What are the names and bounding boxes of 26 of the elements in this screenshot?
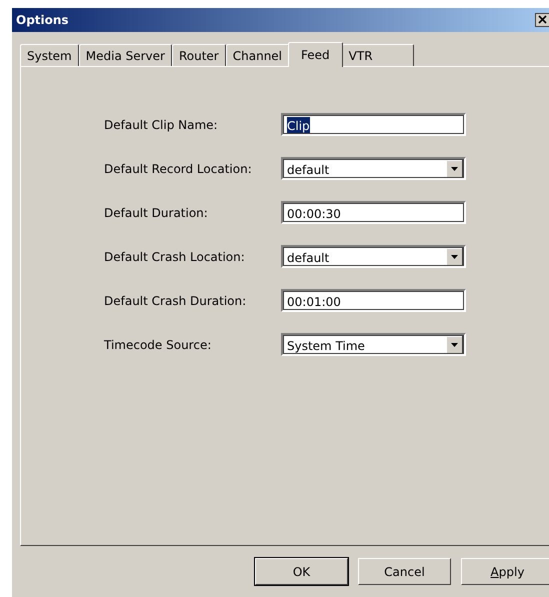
tab[interactable]: Channel	[226, 44, 290, 66]
close-icon[interactable]	[535, 13, 549, 27]
dropdown-arrow-icon[interactable]	[446, 248, 463, 266]
dropdown-arrow-icon[interactable]	[446, 160, 463, 178]
dropdown[interactable]: default	[281, 157, 466, 180]
tab[interactable]: Media Server	[78, 44, 172, 66]
window-title: Options	[16, 13, 69, 27]
field-label: Timecode Source:	[104, 338, 212, 352]
dropdown[interactable]: default	[281, 245, 466, 268]
tab[interactable]: Router	[172, 44, 226, 66]
dropdown-arrow-icon[interactable]	[446, 336, 463, 354]
dialog-button[interactable]: OK	[255, 558, 348, 585]
tab[interactable]: VTR	[342, 44, 414, 66]
tab[interactable]: Feed	[288, 42, 343, 67]
input-field[interactable]: 00:00:30	[281, 201, 466, 224]
dialog-button[interactable]: Apply	[461, 558, 549, 585]
input-field[interactable]: 00:01:00	[281, 289, 466, 312]
field-label: Default Crash Location:	[104, 250, 246, 264]
field-label: Default Crash Duration:	[104, 294, 248, 308]
field-label: Default Record Location:	[104, 162, 253, 176]
dropdown[interactable]: System Time	[281, 333, 466, 356]
field-label: Default Clip Name:	[104, 118, 219, 132]
field-label: Default Duration:	[104, 206, 209, 220]
input-field[interactable]: Clip	[281, 113, 466, 136]
dialog-button[interactable]: Cancel	[358, 558, 451, 585]
tab[interactable]: System	[20, 44, 79, 66]
